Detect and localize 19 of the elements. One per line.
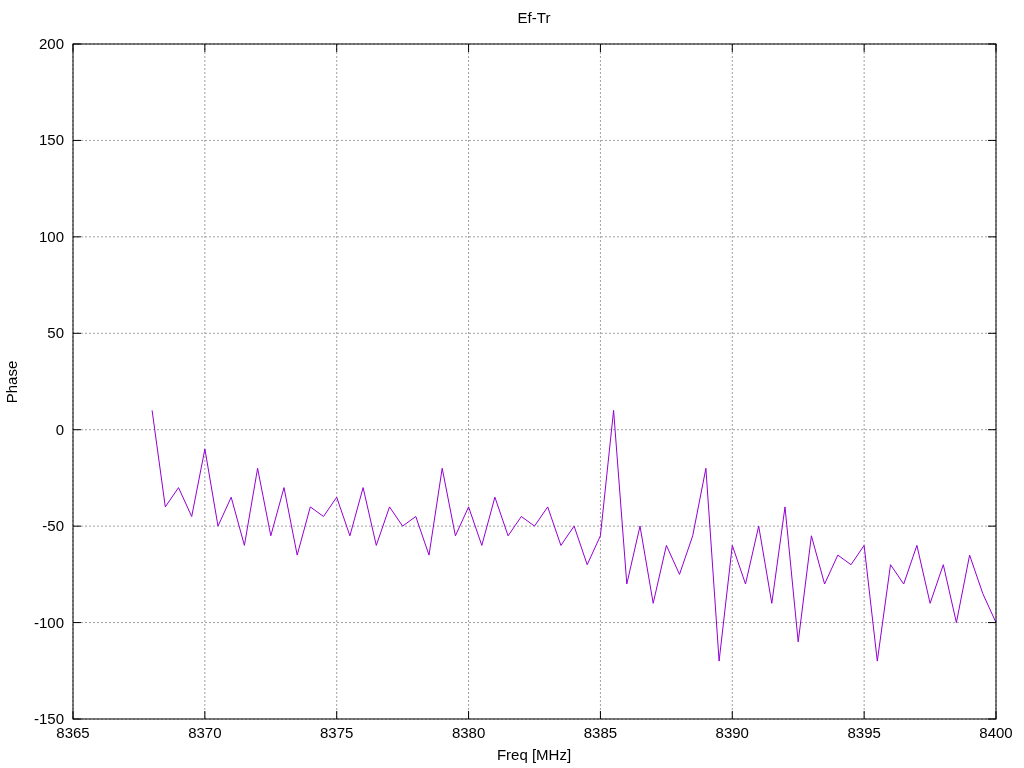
tick-label: 50	[47, 324, 64, 342]
axis-label: Phase	[3, 360, 20, 404]
tick-label: 8385	[583, 724, 618, 741]
tick-label: 200	[38, 35, 64, 52]
tick-label: 8395	[847, 724, 881, 741]
tick-label: 100	[38, 227, 64, 245]
tick-label: 8365	[56, 724, 90, 741]
tick-label: 8400	[979, 724, 1013, 741]
tick-label: -150	[33, 710, 64, 727]
chart-title: Ef-Tr	[517, 9, 551, 26]
tick-label: 8370	[188, 724, 222, 741]
tick-label: 8390	[715, 724, 749, 741]
tick-label: 8375	[320, 724, 354, 741]
axis-label: Freq [MHz]	[496, 746, 572, 763]
tick-label: -100	[33, 613, 64, 631]
tick-label: -50	[42, 517, 64, 535]
tick-label: 150	[38, 131, 64, 149]
tick-label: 0	[55, 420, 64, 438]
tick-label: 8380	[451, 724, 486, 741]
